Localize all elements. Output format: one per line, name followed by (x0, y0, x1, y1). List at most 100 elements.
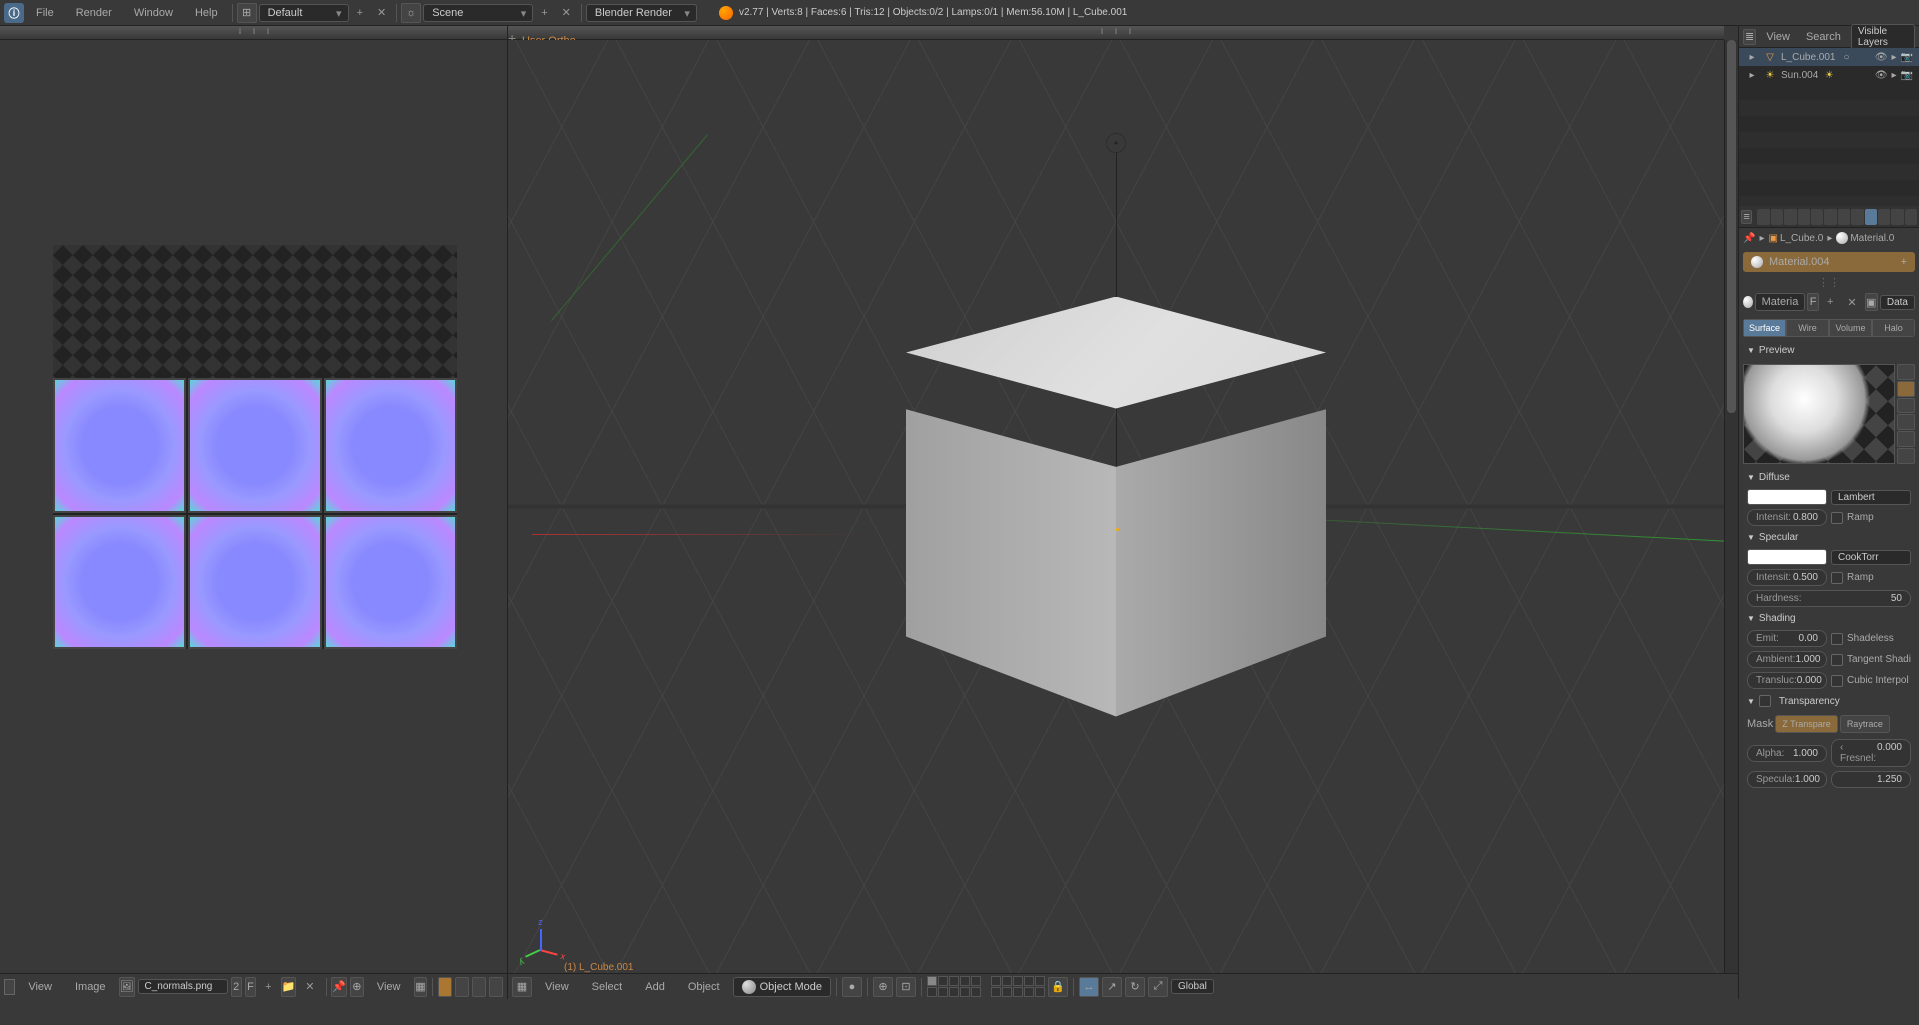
pin-icon[interactable]: 📌 (331, 977, 347, 997)
pin-icon[interactable]: 📌 (1743, 233, 1755, 244)
type-surface[interactable]: Surface (1743, 319, 1786, 337)
preview-world[interactable] (1897, 448, 1915, 464)
editor-type-icon[interactable]: ▦ (512, 977, 532, 997)
manipulator-toggle[interactable]: ↔ (1079, 977, 1099, 997)
outliner-menu-view[interactable]: View (1760, 29, 1796, 45)
specular-color[interactable] (1747, 549, 1827, 565)
editor-type-icon[interactable]: ≣ (1743, 29, 1756, 45)
pivot-icon[interactable]: ⊕ (350, 977, 364, 997)
type-volume[interactable]: Volume (1829, 319, 1872, 337)
expand-icon[interactable]: ▸ (1745, 68, 1759, 82)
editor-type-icon[interactable]: ≡ (1741, 210, 1752, 224)
breadcrumb-material[interactable]: Material.0 (1850, 233, 1894, 244)
uv-area-header[interactable] (0, 26, 507, 40)
screen-layout-dropdown[interactable]: Default (259, 4, 349, 22)
specular-shader-dropdown[interactable]: CookTorr (1831, 550, 1911, 565)
toolbar-toggle-icon[interactable]: + (508, 30, 518, 40)
breadcrumb-object[interactable]: L_Cube.0 (1780, 233, 1823, 244)
menu-window[interactable]: Window (124, 4, 183, 22)
tab-data[interactable] (1851, 209, 1863, 225)
diffuse-panel-header[interactable]: Diffuse (1739, 468, 1919, 487)
material-unlink-button[interactable]: ✕ (1841, 296, 1862, 309)
fresnel-field[interactable]: ‹ Fresnel:0.000 (1831, 739, 1911, 767)
outliner-filter-dropdown[interactable]: Visible Layers (1851, 24, 1915, 50)
manipulator-rotate[interactable]: ↻ (1125, 977, 1145, 997)
shading-solid-icon[interactable]: ● (842, 977, 862, 997)
selectable-icon[interactable]: ▸ (1892, 70, 1897, 81)
vp-menu-add[interactable]: Add (635, 978, 675, 996)
emit-field[interactable]: Emit:0.00 (1747, 630, 1827, 647)
transparency-enable-check[interactable] (1759, 695, 1771, 707)
preview-monkey[interactable] (1897, 414, 1915, 430)
lock-layers-icon[interactable]: 🔒 (1048, 977, 1068, 997)
menu-file[interactable]: File (26, 4, 64, 22)
preview-sphere[interactable] (1897, 381, 1915, 397)
tab-texture[interactable] (1878, 209, 1890, 225)
render-icon[interactable]: 📷 (1901, 70, 1913, 81)
slot-add-button[interactable]: + (1901, 256, 1907, 268)
visibility-icon[interactable]: 👁 (1875, 70, 1888, 81)
tab-world[interactable] (1798, 209, 1810, 225)
preview-flat[interactable] (1897, 364, 1915, 380)
diffuse-shader-dropdown[interactable]: Lambert (1831, 490, 1911, 505)
manipulator-translate[interactable]: ↗ (1102, 977, 1122, 997)
uv-menu-view[interactable]: View (18, 978, 62, 996)
specular-panel-header[interactable]: Specular (1739, 528, 1919, 547)
blend-field[interactable]: 1.250 (1831, 771, 1911, 788)
selectable-icon[interactable]: ▸ (1892, 52, 1897, 63)
material-name-field[interactable]: Materia (1755, 293, 1806, 311)
lamp-object[interactable] (1106, 133, 1126, 153)
tab-render-layers[interactable] (1771, 209, 1783, 225)
tab-scene[interactable] (1784, 209, 1796, 225)
pivot-align-icon[interactable]: ⊡ (896, 977, 916, 997)
diffuse-color[interactable] (1747, 489, 1827, 505)
outliner-item-cube[interactable]: ▸ ▽ L_Cube.001 ○ 👁 ▸ 📷 (1739, 48, 1919, 66)
layout-icon[interactable]: ⊞ (237, 3, 257, 23)
preview-hair[interactable] (1897, 431, 1915, 447)
3d-scene[interactable] (508, 40, 1724, 973)
layout-remove-button[interactable]: ✕ (371, 6, 392, 19)
tab-physics[interactable] (1905, 209, 1917, 225)
uv-mode-4[interactable] (489, 977, 503, 997)
uv-menu-view2[interactable]: View (367, 978, 411, 996)
uv-mode-2[interactable] (455, 977, 469, 997)
scene-icon[interactable]: ☼ (401, 3, 421, 23)
uv-mode-1[interactable] (438, 977, 452, 997)
raytrace-button[interactable]: Raytrace (1840, 715, 1890, 733)
outliner-item-sun[interactable]: ▸ ☀ Sun.004 ☀ 👁 ▸ 📷 (1739, 66, 1919, 84)
tab-particles[interactable] (1891, 209, 1903, 225)
specular-alpha-field[interactable]: Specula:1.000 (1747, 771, 1827, 788)
image-open-button[interactable]: 📁 (281, 977, 297, 997)
image-unlink-button[interactable]: ✕ (299, 980, 320, 993)
fake-user-button[interactable]: F (245, 977, 256, 997)
vp-menu-view[interactable]: View (535, 978, 579, 996)
orientation-dropdown[interactable]: Global (1171, 979, 1214, 994)
vp-menu-select[interactable]: Select (582, 978, 633, 996)
tab-object[interactable] (1811, 209, 1823, 225)
render-icon[interactable]: 📷 (1901, 52, 1913, 63)
uv-mode-3[interactable] (472, 977, 486, 997)
preview-panel-header[interactable]: Preview (1739, 341, 1919, 360)
fake-user-button[interactable]: F (1807, 293, 1819, 311)
viewport-scrollbar[interactable] (1724, 40, 1738, 973)
pivot-icon[interactable]: ⊕ (873, 977, 893, 997)
viewport-top-drag[interactable] (508, 26, 1724, 40)
image-browse-icon[interactable]: 🖼 (119, 977, 135, 997)
scene-add-button[interactable]: + (535, 7, 553, 19)
uv-canvas[interactable] (0, 26, 507, 973)
material-add-button[interactable]: + (1821, 296, 1839, 308)
image-users[interactable]: 2 (231, 977, 242, 997)
render-engine-dropdown[interactable]: Blender Render (586, 4, 697, 22)
uv-menu-image[interactable]: Image (65, 978, 116, 996)
layer-buttons-2[interactable] (991, 976, 1045, 997)
menu-render[interactable]: Render (66, 4, 122, 22)
transparency-panel-header[interactable]: Transparency (1739, 691, 1919, 711)
image-name-field[interactable]: C_normals.png (138, 979, 228, 994)
scene-dropdown[interactable]: Scene (423, 4, 533, 22)
mode-dropdown[interactable]: Object Mode (733, 977, 831, 997)
3d-viewport[interactable]: + User Ortho Meters (1) L_Cube.001 (508, 26, 1739, 999)
layer-buttons[interactable] (927, 976, 981, 997)
tab-render[interactable] (1757, 209, 1769, 225)
type-wire[interactable]: Wire (1786, 319, 1829, 337)
preview-cube[interactable] (1897, 398, 1915, 414)
